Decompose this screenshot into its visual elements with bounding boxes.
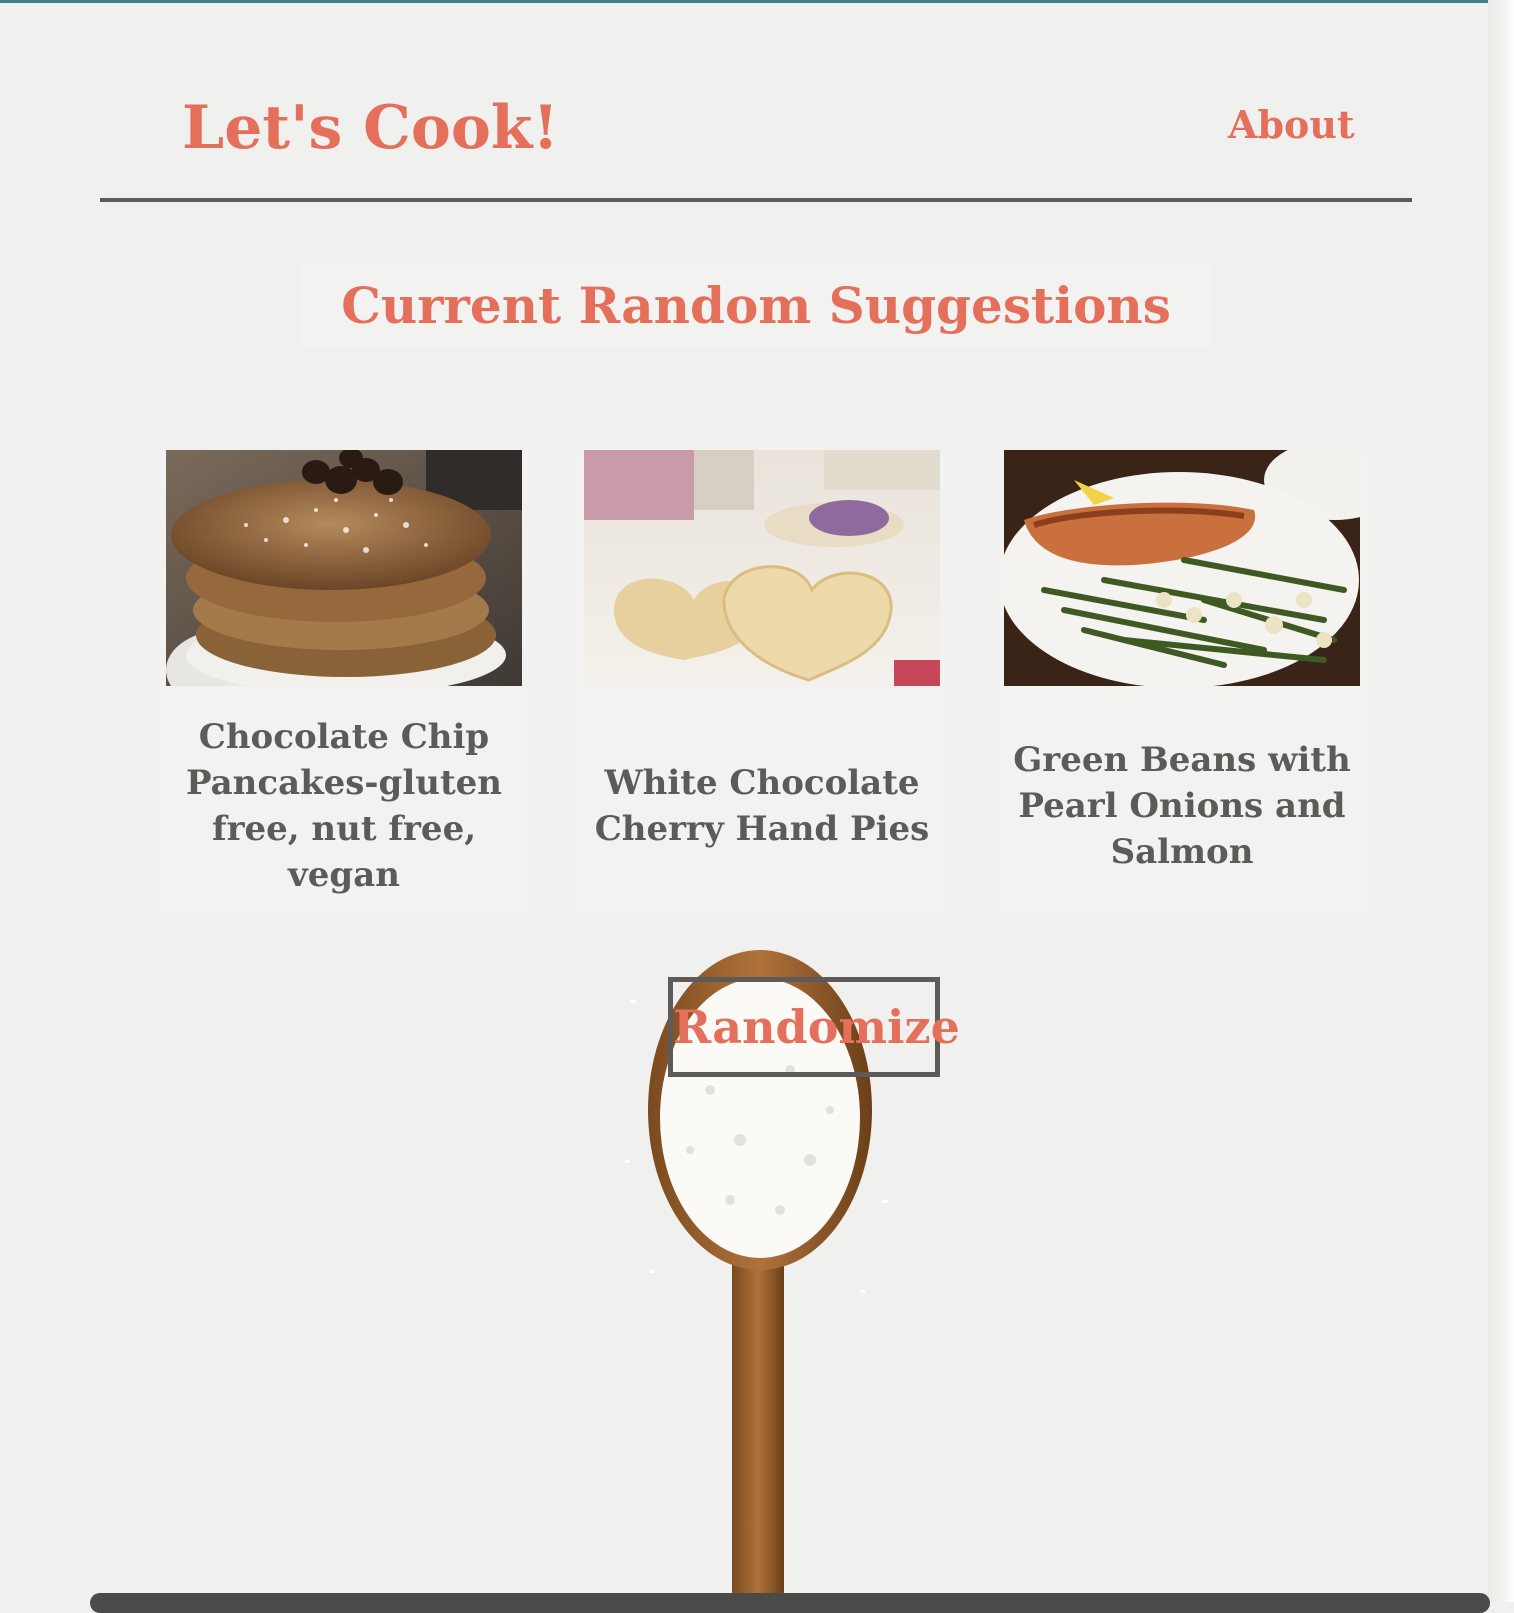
randomize-button[interactable]: Randomize <box>668 977 960 1077</box>
recipe-title[interactable]: White Chocolate Cherry Hand Pies <box>578 700 946 912</box>
recipe-title[interactable]: Chocolate Chip Pancakes-gluten free, nut… <box>160 700 528 912</box>
hand-pies-photo <box>584 450 940 686</box>
header-divider <box>100 198 1412 202</box>
recipe-image-pancakes[interactable] <box>166 450 522 686</box>
recipe-image-salmon[interactable] <box>1004 450 1360 686</box>
recipe-image-hand-pies[interactable] <box>584 450 940 686</box>
recipe-card[interactable]: Chocolate Chip Pancakes-gluten free, nut… <box>160 450 528 912</box>
top-accent-bar <box>0 0 1514 3</box>
site-title[interactable]: Let's Cook! <box>182 92 559 164</box>
salmon-green-beans-photo <box>1004 450 1360 686</box>
recipe-card[interactable]: Green Beans with Pearl Onions and Salmon <box>998 450 1366 912</box>
bottom-scroll-bar <box>90 1593 1490 1613</box>
recipe-card[interactable]: White Chocolate Cherry Hand Pies <box>578 450 946 912</box>
section-header: Current Random Suggestions <box>300 265 1212 347</box>
pancakes-photo <box>166 450 522 686</box>
page-edge-shadow <box>1488 0 1514 1602</box>
section-title: Current Random Suggestions <box>341 276 1171 335</box>
recipe-title[interactable]: Green Beans with Pearl Onions and Salmon <box>998 700 1366 912</box>
nav-about-link[interactable]: About <box>1228 100 1355 150</box>
